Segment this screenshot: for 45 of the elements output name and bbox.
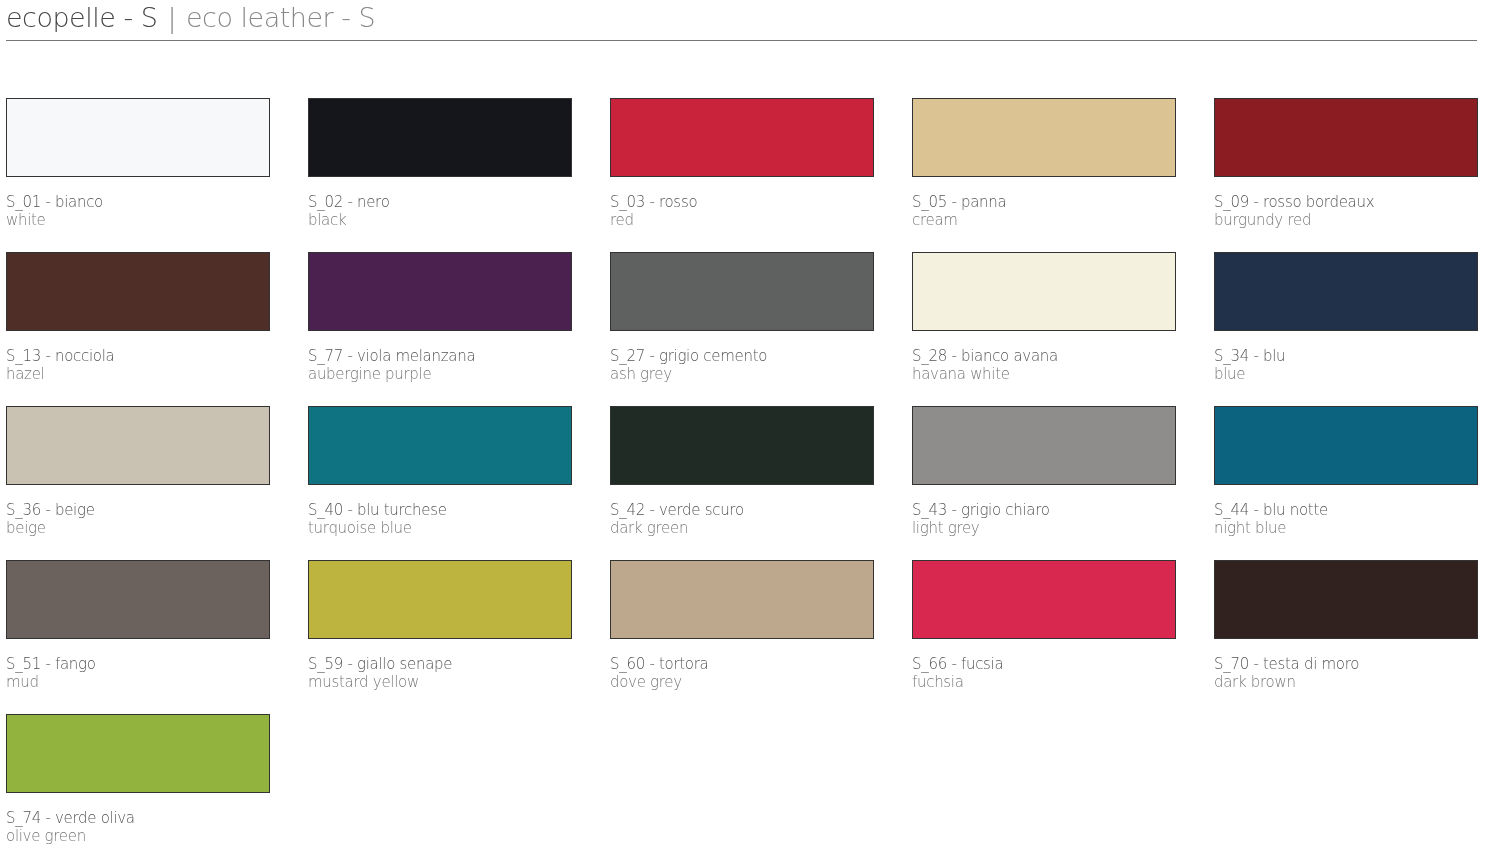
- swatch-name: dove grey: [610, 673, 683, 691]
- swatch-code: S_09 - rosso bordeaux: [1214, 193, 1376, 211]
- swatch-code: S_34 - blu: [1214, 347, 1287, 365]
- swatch-name: blue: [1214, 365, 1247, 383]
- swatch-name: havana white: [912, 365, 1011, 383]
- swatch-name: hazel: [6, 365, 46, 383]
- swatch-code: S_74 - verde oliva: [6, 809, 136, 827]
- swatch-code: S_36 - beige: [6, 501, 96, 519]
- swatch-code: S_51 - fango: [6, 655, 97, 673]
- swatch-name: olive green: [6, 827, 87, 845]
- swatch-name: black: [308, 211, 348, 229]
- swatch-name: beige: [6, 519, 47, 537]
- swatch-name: turquoise blue: [308, 519, 413, 537]
- page-subtitle: eco leather - S: [186, 1, 376, 35]
- swatch-code: S_27 - grigio cemento: [610, 347, 769, 365]
- swatch-name: mustard yellow: [308, 673, 420, 691]
- swatch-name: aubergine purple: [308, 365, 433, 383]
- swatch-name: red: [610, 211, 635, 229]
- swatch-code: S_02 - nero: [308, 193, 391, 211]
- swatch-code: S_28 - bianco avana: [912, 347, 1059, 365]
- swatch-name: dark brown: [1214, 673, 1297, 691]
- swatch-name: ash grey: [610, 365, 673, 383]
- swatch-code: S_59 - giallo senape: [308, 655, 454, 673]
- swatch-name: mud: [6, 673, 40, 691]
- swatch-code: S_44 - blu notte: [1214, 501, 1329, 519]
- swatch-name: white: [6, 211, 47, 229]
- swatch-code: S_03 - rosso: [610, 193, 699, 211]
- swatch-name: dark green: [610, 519, 690, 537]
- swatch-code: S_70 - testa di moro: [1214, 655, 1361, 673]
- swatch-code: S_77 - viola melanzana: [308, 347, 477, 365]
- title-separator: |: [167, 1, 176, 36]
- swatch-code: S_60 - tortora: [610, 655, 710, 673]
- swatch-code: S_01 - bianco: [6, 193, 104, 211]
- swatch-name: fuchsia: [912, 673, 965, 691]
- swatch-name: light grey: [912, 519, 981, 537]
- swatch-code: S_42 - verde scuro: [610, 501, 745, 519]
- swatch-name: cream: [912, 211, 959, 229]
- swatch-name: night blue: [1214, 519, 1288, 537]
- swatch-code: S_40 - blu turchese: [308, 501, 448, 519]
- swatch-code: S_43 - grigio chiaro: [912, 501, 1051, 519]
- swatch-code: S_66 - fucsia: [912, 655, 1005, 673]
- page-title: ecopelle - S: [6, 1, 158, 35]
- swatch-code: S_13 - nocciola: [6, 347, 116, 365]
- swatch-name: burgundy red: [1214, 211, 1313, 229]
- swatch-code: S_05 - panna: [912, 193, 1008, 211]
